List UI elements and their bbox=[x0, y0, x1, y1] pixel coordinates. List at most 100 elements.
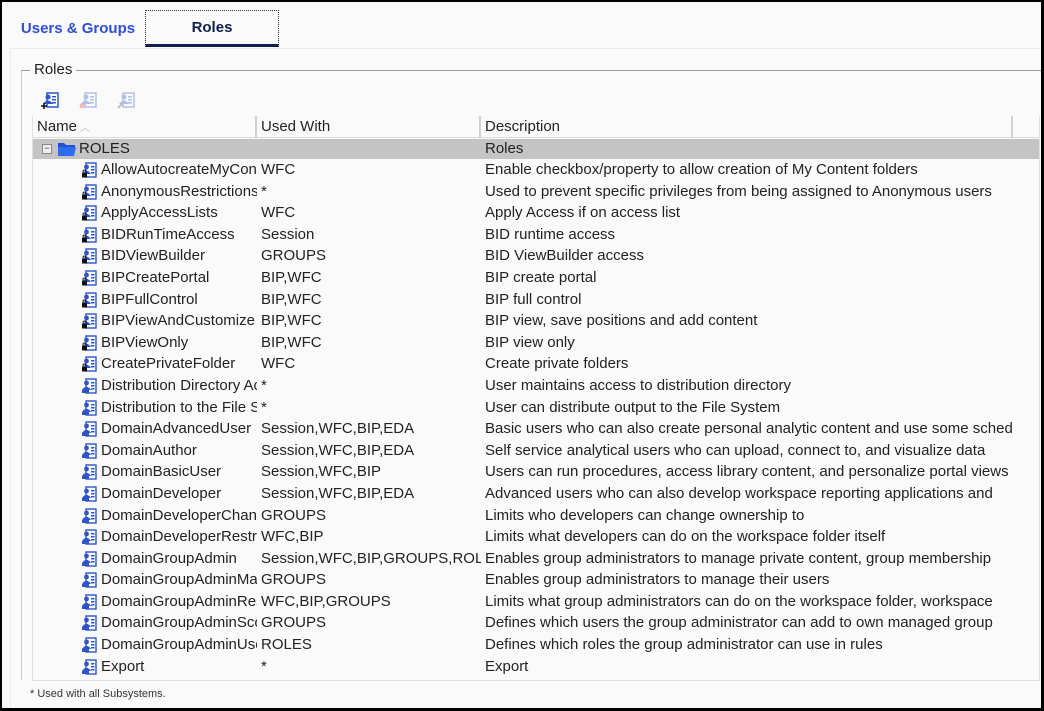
role-name: DomainAuthor bbox=[101, 441, 197, 459]
role-description: BID runtime access bbox=[485, 225, 616, 243]
role-icon bbox=[82, 594, 97, 610]
role-name: AllowAutocreateMyContent bbox=[101, 161, 257, 178]
column-header-used-with[interactable]: Used With bbox=[257, 116, 481, 138]
table-row[interactable]: DomainAdvancedUser Session,WFC,BIP,EDA B… bbox=[33, 418, 1039, 440]
folder-open-icon bbox=[58, 143, 76, 156]
table-row[interactable]: DomainAuthor Session,WFC,BIP,EDA Self se… bbox=[33, 440, 1039, 462]
locked-role-icon bbox=[82, 227, 97, 243]
column-header-filler bbox=[1013, 116, 1039, 138]
table-row[interactable]: BIDRunTimeAccess Session BID runtime acc… bbox=[33, 224, 1039, 246]
sort-ascending-icon: ︿ bbox=[80, 123, 91, 134]
role-description: Defines which roles the group administra… bbox=[485, 636, 883, 654]
role-name: DomainGroupAdmin bbox=[101, 549, 237, 567]
role-description: Enables group administrators to manage t… bbox=[485, 571, 830, 589]
role-used-with: * bbox=[261, 657, 267, 675]
role-name: BIPViewOnly bbox=[101, 333, 189, 351]
role-name: Distribution Directory Access bbox=[101, 376, 257, 394]
delete-role-icon bbox=[79, 92, 97, 109]
role-name: BIDViewBuilder bbox=[101, 247, 205, 265]
role-description: Used to prevent specific privileges from… bbox=[485, 182, 992, 200]
table-row[interactable]: AnonymousRestrictions * Used to prevent … bbox=[33, 181, 1039, 203]
role-name: BIPFullControl bbox=[101, 290, 198, 308]
table-row[interactable]: DomainGroupAdmin Session,WFC,BIP,GROUPS,… bbox=[33, 548, 1039, 570]
table-row[interactable]: BIPFullControl BIP,WFC BIP full control bbox=[33, 289, 1039, 311]
locked-role-icon bbox=[82, 162, 97, 178]
role-icon bbox=[82, 550, 97, 567]
role-used-with: * bbox=[261, 398, 267, 416]
column-name-label: Name bbox=[37, 118, 78, 135]
role-name: CreatePrivateFolder bbox=[101, 355, 236, 373]
table-row[interactable]: BIDViewBuilder GROUPS BID ViewBuilder ac… bbox=[33, 245, 1039, 267]
role-name: ApplyAccessLists bbox=[101, 204, 218, 222]
table-row[interactable]: BIPViewAndCustomize BIP,WFC BIP view, sa… bbox=[33, 310, 1039, 332]
role-name: Export bbox=[101, 657, 145, 675]
role-used-with: Session,WFC,BIP bbox=[261, 463, 382, 481]
table-row[interactable]: BIPViewOnly BIP,WFC BIP view only bbox=[33, 332, 1039, 354]
table-row[interactable]: DomainGroupAdminManageUsers GROUPS Enabl… bbox=[33, 569, 1039, 591]
role-icon bbox=[82, 507, 97, 524]
role-name: BIDRunTimeAccess bbox=[101, 225, 235, 243]
role-icon bbox=[82, 572, 97, 588]
role-used-with: GROUPS bbox=[261, 614, 327, 632]
role-description: BIP view only bbox=[485, 333, 575, 351]
table-row[interactable]: DomainDeveloperChangeOwner GROUPS Limits… bbox=[33, 505, 1039, 527]
collapse-toggle-icon[interactable]: − bbox=[42, 144, 52, 154]
role-icon bbox=[82, 443, 97, 459]
add-role-button[interactable] bbox=[39, 89, 61, 111]
table-row[interactable]: DomainGroupAdminUseRoles ROLES Defines w… bbox=[33, 634, 1039, 656]
table-row[interactable]: DomainDeveloperRestrictions WFC,BIP Limi… bbox=[33, 526, 1039, 548]
role-name: DomainDeveloperChangeOwner bbox=[101, 506, 257, 524]
tab-bar: Users & Groups Roles bbox=[2, 10, 1041, 48]
role-name: DomainBasicUser bbox=[101, 463, 222, 481]
role-used-with: * bbox=[261, 182, 267, 200]
table-row[interactable]: ApplyAccessLists WFC Apply Access if on … bbox=[33, 202, 1039, 224]
fieldset-legend: Roles bbox=[30, 61, 77, 78]
column-header-description[interactable]: Description bbox=[481, 116, 1013, 138]
role-name: Distribution to the File System bbox=[101, 398, 257, 416]
table-row[interactable]: DomainGroupAdminRestrictions WFC,BIP,GRO… bbox=[33, 591, 1039, 613]
edit-role-button[interactable] bbox=[115, 89, 137, 111]
table-row[interactable]: AllowAutocreateMyContent WFC Enable chec… bbox=[33, 159, 1039, 181]
role-icon bbox=[82, 615, 97, 632]
role-used-with: BIP,WFC bbox=[261, 268, 322, 286]
role-description: Users can run procedures, access library… bbox=[485, 463, 1009, 481]
role-name: DomainAdvancedUser bbox=[101, 420, 252, 438]
role-description: Enables group administrators to manage p… bbox=[485, 549, 992, 567]
role-used-with: BIP,WFC bbox=[261, 312, 322, 330]
root-description: Roles bbox=[485, 140, 524, 157]
root-name: ROLES bbox=[79, 140, 130, 157]
role-description: BID ViewBuilder access bbox=[485, 247, 644, 265]
table-row[interactable]: Distribution to the File System * User c… bbox=[33, 397, 1039, 419]
role-description: Self service analytical users who can up… bbox=[485, 441, 986, 459]
role-used-with: GROUPS bbox=[261, 247, 327, 265]
role-used-with: BIP,WFC bbox=[261, 290, 322, 308]
role-used-with: Session,WFC,BIP,EDA bbox=[261, 420, 415, 438]
table-row[interactable]: CreatePrivateFolder WFC Create private f… bbox=[33, 353, 1039, 375]
delete-role-button[interactable] bbox=[77, 89, 99, 111]
locked-role-icon bbox=[82, 270, 97, 286]
table-row[interactable]: DomainDeveloper Session,WFC,BIP,EDA Adva… bbox=[33, 483, 1039, 505]
table-row[interactable]: Export * Export bbox=[33, 656, 1039, 678]
column-header-name[interactable]: Name ︿ bbox=[33, 116, 257, 138]
role-name: DomainGroupAdminUseRoles bbox=[101, 636, 257, 654]
tree-root-roles[interactable]: − ROLES Roles bbox=[33, 139, 1039, 159]
role-name: DomainGroupAdminManageUsers bbox=[101, 571, 257, 589]
role-description: Basic users who can also create personal… bbox=[485, 420, 1013, 438]
role-name: DomainDeveloper bbox=[101, 484, 222, 502]
tab-roles[interactable]: Roles bbox=[145, 10, 279, 47]
role-icon bbox=[82, 486, 97, 502]
role-icon bbox=[82, 378, 97, 394]
locked-role-icon bbox=[82, 248, 97, 265]
role-used-with: WFC bbox=[261, 355, 296, 373]
table-row[interactable]: DomainBasicUser Session,WFC,BIP Users ca… bbox=[33, 461, 1039, 483]
table-row[interactable]: Distribution Directory Access * User mai… bbox=[33, 375, 1039, 397]
tab-users-groups[interactable]: Users & Groups bbox=[12, 10, 144, 47]
role-used-with: GROUPS bbox=[261, 571, 327, 589]
role-description: Apply Access if on access list bbox=[485, 204, 681, 222]
role-name: DomainGroupAdminScope bbox=[101, 614, 257, 632]
role-used-with: Session,WFC,BIP,EDA bbox=[261, 441, 415, 459]
table-row[interactable]: DomainGroupAdminScope GROUPS Defines whi… bbox=[33, 612, 1039, 634]
table-row[interactable]: BIPCreatePortal BIP,WFC BIP create porta… bbox=[33, 267, 1039, 289]
role-icon bbox=[82, 399, 97, 416]
locked-role-icon bbox=[82, 291, 97, 308]
